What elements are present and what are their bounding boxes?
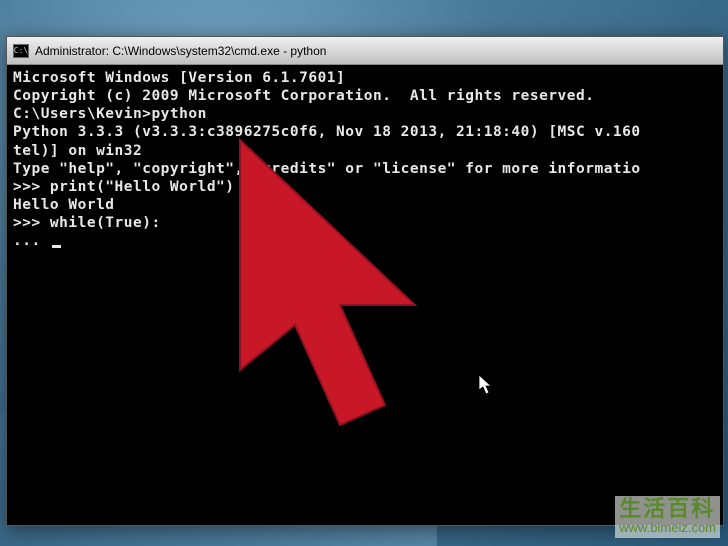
terminal-line: >>> while(True): <box>13 214 717 232</box>
cmd-icon: C:\ <box>13 44 29 58</box>
watermark-url: www.bimeiz.com <box>619 520 716 536</box>
title-bar[interactable]: C:\ Administrator: C:\Windows\system32\c… <box>7 37 723 65</box>
cursor-block <box>52 245 61 248</box>
terminal-line: C:\Users\Kevin>python <box>13 105 717 123</box>
terminal-line: ... <box>13 232 717 250</box>
terminal-line: Type "help", "copyright", "credits" or "… <box>13 160 717 178</box>
window-title: Administrator: C:\Windows\system32\cmd.e… <box>35 44 326 58</box>
terminal-line: tel)] on win32 <box>13 142 717 160</box>
cmd-window[interactable]: C:\ Administrator: C:\Windows\system32\c… <box>6 36 724 526</box>
watermark-text: 生活百科 <box>619 498 716 520</box>
terminal-line: Hello World <box>13 196 717 214</box>
terminal-line: >>> print("Hello World") <box>13 178 717 196</box>
terminal-line: Copyright (c) 2009 Microsoft Corporation… <box>13 87 717 105</box>
terminal-line: Python 3.3.3 (v3.3.3:c3896275c0f6, Nov 1… <box>13 123 717 141</box>
watermark: 生活百科 www.bimeiz.com <box>615 496 720 538</box>
terminal-line: Microsoft Windows [Version 6.1.7601] <box>13 69 717 87</box>
terminal-output[interactable]: Microsoft Windows [Version 6.1.7601] Cop… <box>7 65 723 254</box>
